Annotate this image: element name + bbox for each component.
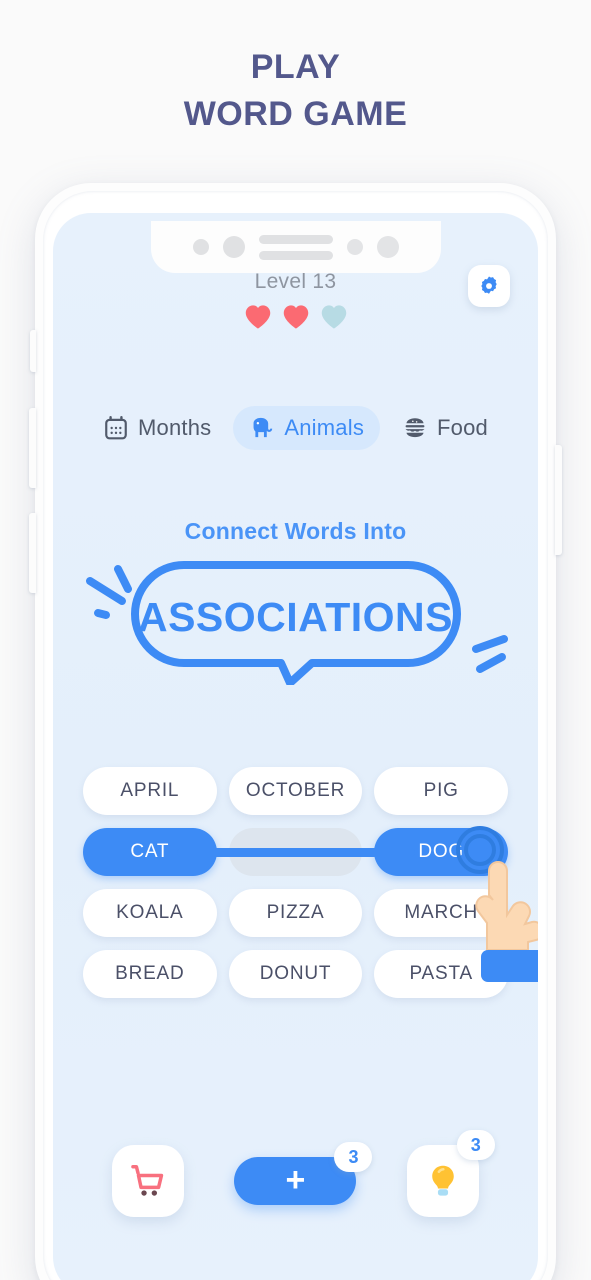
word-tile[interactable]: PIG (374, 767, 509, 815)
phone-screen: Level 13 Months Animals Food Connect Wor… (53, 213, 538, 1280)
gear-icon (481, 276, 497, 294)
shopping-cart-icon (131, 1165, 164, 1196)
lightbulb-icon (432, 1165, 454, 1196)
settings-button[interactable] (468, 265, 510, 307)
add-button[interactable]: + 3 (234, 1142, 373, 1205)
tab-animals-label: Animals (284, 415, 365, 440)
tab-animals[interactable]: Animals (233, 406, 381, 450)
game-banner: Connect Words Into ASSOCIATIONS (53, 518, 538, 685)
bottom-toolbar: + 3 3 (53, 1130, 538, 1217)
phone-mockup: Level 13 Months Animals Food Connect Wor… (29, 183, 562, 1280)
page-title-line-1: PLAY (250, 48, 341, 86)
word-row: KOALA PIZZA MARCH (83, 889, 509, 937)
banner-title: ASSOCIATIONS (137, 594, 454, 640)
word-tile[interactable]: APRIL (83, 767, 217, 815)
word-grid: APRIL OCTOBER PIG CAT DOG KOALA PIZZA MA… (83, 767, 509, 998)
word-tile[interactable]: BREAD (83, 950, 217, 998)
banner-subtitle: Connect Words Into (184, 518, 407, 544)
add-badge-count: 3 (334, 1142, 373, 1172)
tap-ripple-icon (464, 834, 496, 866)
hint-badge-count: 3 (456, 1130, 495, 1160)
level-indicator: Level 13 (53, 270, 538, 330)
phone-notch (150, 221, 441, 273)
camera-sensor-dot-icon (192, 239, 209, 255)
heart-icon-filled (245, 305, 270, 329)
power-button[interactable] (555, 445, 562, 555)
volume-down-button[interactable] (29, 513, 36, 593)
speaker-bar-icon (258, 234, 333, 244)
banner-bubble: ASSOCIATIONS (53, 557, 538, 685)
page-title-line-2: WORD GAME (183, 94, 408, 133)
tab-months-label: Months (138, 415, 212, 440)
word-tile[interactable]: MARCH (374, 889, 509, 937)
burger-icon (405, 418, 425, 438)
word-row-connected: CAT DOG (83, 826, 509, 876)
word-connector-line (176, 848, 415, 857)
speaker-grill-icon (258, 234, 333, 260)
heart-icon-empty (321, 305, 346, 329)
word-tile[interactable]: PASTA (374, 950, 509, 998)
word-row: BREAD DONUT PASTA (83, 950, 509, 998)
tab-months[interactable]: Months (87, 406, 227, 450)
word-tile[interactable]: KOALA (83, 889, 217, 937)
lives-hearts (53, 304, 538, 330)
speaker-bar-icon (258, 250, 333, 260)
word-tile[interactable]: DONUT (228, 950, 363, 998)
level-label: Level 13 (254, 270, 337, 293)
elephant-icon (253, 417, 273, 438)
volume-up-button[interactable] (29, 408, 36, 488)
silent-switch-button[interactable] (30, 330, 36, 372)
calendar-icon (105, 415, 127, 440)
screenshot-root: PLAY WORD GAME Level 13 Months Animals F… (0, 0, 591, 1280)
front-camera-icon (222, 236, 245, 258)
page-title: PLAY WORD GAME (0, 44, 591, 138)
word-row: APRIL OCTOBER PIG (83, 767, 509, 815)
spark-lines-icon (471, 635, 508, 673)
ambient-sensor-icon (376, 236, 399, 258)
category-tabs: Months Animals Food (53, 406, 538, 450)
plus-icon: + (285, 1160, 306, 1199)
word-tile[interactable]: PIZZA (228, 889, 363, 937)
proximity-sensor-icon (346, 239, 363, 255)
tab-food[interactable]: Food (386, 406, 504, 450)
word-tile[interactable]: OCTOBER (228, 767, 363, 815)
heart-icon-filled (283, 305, 308, 329)
hint-button[interactable]: 3 (406, 1130, 495, 1217)
tab-food-label: Food (437, 415, 488, 440)
shop-button[interactable] (112, 1145, 185, 1217)
